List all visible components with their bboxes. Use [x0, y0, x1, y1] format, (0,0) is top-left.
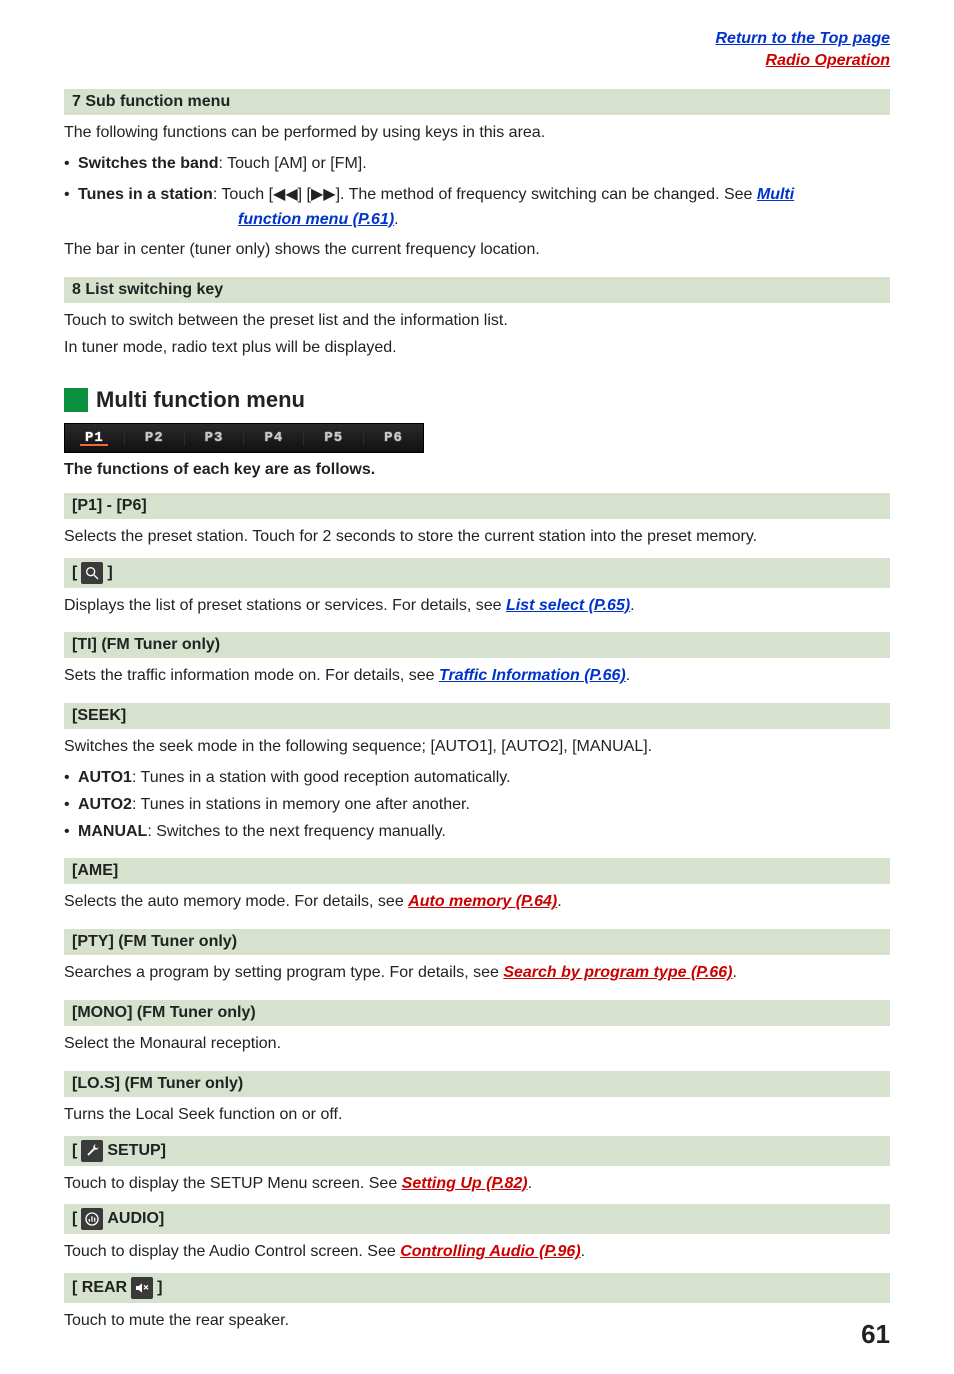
audio-head-label: AUDIO] — [107, 1210, 164, 1228]
row-search-body: Displays the list of preset stations or … — [64, 594, 890, 619]
row-pty-body-a: Searches a program by setting program ty… — [64, 964, 503, 981]
bullet-dot: • — [64, 793, 78, 818]
link-multi-function-menu-b[interactable]: function menu (P.61) — [238, 211, 394, 228]
row-ame-body-a: Selects the auto memory mode. For detail… — [64, 893, 408, 910]
preset-p4[interactable]: P4 — [244, 430, 304, 446]
row-ti-body-a: Sets the traffic information mode on. Fo… — [64, 667, 439, 684]
row-setup-body: Touch to display the SETUP Menu screen. … — [64, 1172, 890, 1197]
sec8-line1: Touch to switch between the preset list … — [64, 309, 890, 334]
bracket-open: [ — [72, 1210, 77, 1228]
page-number: 61 — [861, 1319, 890, 1350]
row-mono-head: [MONO] (FM Tuner only) — [64, 1000, 890, 1026]
bracket-open: [ — [72, 1142, 77, 1160]
row-setup-head: [ SETUP] — [64, 1136, 890, 1166]
magnifier-icon — [81, 562, 103, 584]
row-audio-body-a: Touch to display the Audio Control scree… — [64, 1243, 400, 1260]
sec7-bar-note: The bar in center (tuner only) shows the… — [64, 238, 890, 263]
sec8-heading: 8 List switching key — [64, 277, 890, 303]
bullet-dot: • — [64, 766, 78, 791]
bullet-dot: • — [64, 183, 78, 233]
preset-p6[interactable]: P6 — [364, 430, 423, 446]
preset-p2[interactable]: P2 — [125, 430, 185, 446]
row-los-head: [LO.S] (FM Tuner only) — [64, 1071, 890, 1097]
equalizer-icon — [81, 1208, 103, 1230]
sec7-intro: The following functions can be performed… — [64, 121, 890, 146]
preset-p3[interactable]: P3 — [185, 430, 245, 446]
row-seek-auto2: • AUTO2: Tunes in stations in memory one… — [64, 793, 890, 818]
auto2-rest: : Tunes in stations in memory one after … — [132, 796, 470, 813]
bullet-dot: • — [64, 152, 78, 177]
sec7-bullet-tunes-station: • Tunes in a station: Touch [◀◀] [▶▶]. T… — [64, 183, 890, 233]
switch-band-label: Switches the band — [78, 155, 218, 172]
row-p1p6-body: Selects the preset station. Touch for 2 … — [64, 525, 890, 550]
switch-band-rest: : Touch [AM] or [FM]. — [218, 155, 366, 172]
row-ti-head: [TI] (FM Tuner only) — [64, 632, 890, 658]
sec8-line2: In tuner mode, radio text plus will be d… — [64, 336, 890, 361]
row-ame-body-b: . — [557, 893, 561, 910]
preset-p1[interactable]: P1 — [65, 430, 125, 446]
tunes-station-rest-a: : Touch [◀◀] [▶▶]. The method of frequen… — [213, 186, 757, 203]
auto1-label: AUTO1 — [78, 769, 132, 786]
sec7-heading: 7 Sub function menu — [64, 89, 890, 115]
row-ame-head: [AME] — [64, 858, 890, 884]
row-search-body-b: . — [630, 597, 634, 614]
functions-intro: The functions of each key are as follows… — [64, 461, 890, 479]
top-links: Return to the Top page Radio Operation — [64, 28, 890, 71]
preset-bar: P1 P2 P3 P4 P5 P6 — [64, 423, 424, 453]
link-traffic-info[interactable]: Traffic Information (P.66) — [439, 667, 626, 684]
row-audio-body-b: . — [581, 1243, 585, 1260]
rear-head-close: ] — [157, 1279, 162, 1297]
row-rear-body: Touch to mute the rear speaker. — [64, 1309, 890, 1334]
row-search-body-a: Displays the list of preset stations or … — [64, 597, 506, 614]
row-ame-body: Selects the auto memory mode. For detail… — [64, 890, 890, 915]
row-audio-head: [ AUDIO] — [64, 1204, 890, 1234]
auto1-rest: : Tunes in a station with good reception… — [132, 769, 511, 786]
setup-head-label: SETUP] — [107, 1142, 166, 1160]
link-search-pty[interactable]: Search by program type (P.66) — [503, 964, 732, 981]
wrench-icon — [81, 1140, 103, 1162]
row-seek-head: [SEEK] — [64, 703, 890, 729]
row-pty-body-b: . — [732, 964, 736, 981]
row-ti-body-b: . — [626, 667, 630, 684]
row-setup-body-b: . — [528, 1175, 532, 1192]
bullet-dot: • — [64, 820, 78, 845]
tunes-station-label: Tunes in a station — [78, 186, 213, 203]
multi-function-heading-wrap: Multi function menu — [64, 387, 890, 413]
row-ti-body: Sets the traffic information mode on. Fo… — [64, 664, 890, 689]
rear-head-open: [ REAR — [72, 1279, 127, 1297]
link-multi-function-menu-a[interactable]: Multi — [757, 186, 794, 203]
row-audio-body: Touch to display the Audio Control scree… — [64, 1240, 890, 1265]
link-auto-memory[interactable]: Auto memory (P.64) — [408, 893, 557, 910]
manual-rest: : Switches to the next frequency manuall… — [147, 823, 446, 840]
multi-function-heading: Multi function menu — [96, 387, 305, 413]
sec7-bullet-switch-band: • Switches the band: Touch [AM] or [FM]. — [64, 152, 890, 177]
link-setting-up[interactable]: Setting Up (P.82) — [402, 1175, 528, 1192]
row-p1p6-head: [P1] - [P6] — [64, 493, 890, 519]
row-los-body: Turns the Local Seek function on or off. — [64, 1103, 890, 1128]
row-setup-body-a: Touch to display the SETUP Menu screen. … — [64, 1175, 402, 1192]
link-list-select[interactable]: List select (P.65) — [506, 597, 630, 614]
link-radio-operation[interactable]: Radio Operation — [766, 52, 890, 69]
row-pty-head: [PTY] (FM Tuner only) — [64, 929, 890, 955]
row-rear-head: [ REAR ] — [64, 1273, 890, 1303]
preset-p1-label: P1 — [85, 430, 104, 446]
bracket-open: [ — [72, 564, 77, 582]
bracket-close: ] — [107, 564, 112, 582]
row-seek-auto1: • AUTO1: Tunes in a station with good re… — [64, 766, 890, 791]
row-seek-l1: Switches the seek mode in the following … — [64, 735, 890, 760]
row-search-head: [ ] — [64, 558, 890, 588]
heading-square-icon — [64, 388, 88, 412]
auto2-label: AUTO2 — [78, 796, 132, 813]
manual-label: MANUAL — [78, 823, 147, 840]
link-controlling-audio[interactable]: Controlling Audio (P.96) — [400, 1243, 580, 1260]
preset-p5[interactable]: P5 — [304, 430, 364, 446]
row-seek-manual: • MANUAL: Switches to the next frequency… — [64, 820, 890, 845]
row-pty-body: Searches a program by setting program ty… — [64, 961, 890, 986]
link-return-top[interactable]: Return to the Top page — [715, 30, 890, 47]
row-mono-body: Select the Monaural reception. — [64, 1032, 890, 1057]
speaker-mute-icon — [131, 1277, 153, 1299]
tunes-station-rest-b: . — [394, 211, 398, 228]
